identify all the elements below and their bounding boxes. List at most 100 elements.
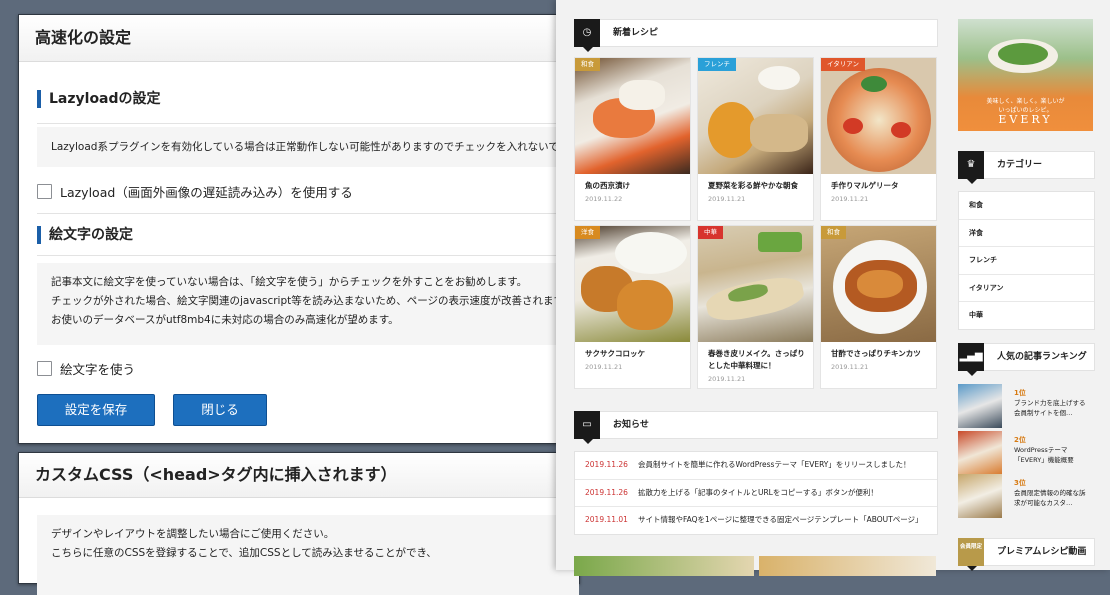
lazyload-heading: Lazyloadの設定 (37, 90, 161, 108)
lazyload-option[interactable]: Lazyload（画面外画像の遅延読み込み）を使用する (37, 182, 353, 201)
save-settings-button[interactable]: 設定を保存 (37, 394, 155, 426)
emoji-option[interactable]: 絵文字を使う (37, 359, 135, 378)
premium-heading: 会員限定 プレミアムレシピ動画 (958, 538, 1095, 571)
ranking-title: WordPressテーマ「EVERY」機能概要 (1014, 446, 1074, 464)
lazyload-checkbox-label: Lazyload（画面外画像の遅延読み込み）を使用する (60, 185, 353, 200)
recipe-photo: イタリアン (821, 58, 936, 174)
ranking-number: 3位 (1014, 479, 1026, 487)
category-item[interactable]: イタリアン (959, 275, 1094, 303)
recipe-photo: 中華 (698, 226, 813, 342)
category-badge: 中華 (698, 226, 723, 239)
news-list: 2019.11.26 会員制サイトを簡単に作れるWordPressテーマ「EVER… (574, 451, 938, 535)
category-badge: フレンチ (698, 58, 736, 71)
recipe-date: 2019.11.21 (831, 363, 869, 371)
recipe-date: 2019.11.21 (831, 195, 869, 203)
news-text: サイト情報やFAQを1ページに整理できる固定ページテンプレート「ABOUTページ… (637, 515, 923, 525)
recipe-card[interactable]: 和食 魚の西京漬け 2019.11.22 (574, 57, 691, 221)
recipe-title: 夏野菜を彩る鮮やかな朝食 (708, 181, 798, 190)
recipe-card[interactable]: 和食 甘酢でさっぱりチキンカツ 2019.11.21 (820, 225, 937, 389)
category-item[interactable]: フレンチ (959, 247, 1094, 275)
ranking-number: 2位 (1014, 436, 1026, 444)
chat-icon: ▭ (574, 411, 600, 444)
emoji-note-line: お使いのデータベースがutf8mb4に未対応の場合のみ高速化が望めます。 (51, 314, 399, 326)
news-item[interactable]: 2019.11.26 会員制サイトを簡単に作れるWordPressテーマ「EVER… (575, 452, 937, 480)
custom-css-note: デザインやレイアウトを調整したい場合にご使用ください。 こちらに任意のCSSを登… (37, 515, 579, 595)
ranking-number: 1位 (1014, 389, 1026, 397)
speed-settings-panel: 高速化の設定 Lazyloadの設定 Lazyload系プラグインを有効化してい… (18, 14, 580, 444)
speed-settings-title: 高速化の設定 (19, 15, 579, 62)
custom-css-panel: カスタムCSS（<head>タグ内に挿入されます） デザインやレイアウトを調整し… (18, 452, 580, 595)
recipe-title: 甘酢でさっぱりチキンカツ (831, 349, 921, 358)
category-badge: 洋食 (575, 226, 600, 239)
every-banner[interactable]: 美味しく、楽しく。楽しいがいっぱいのレシピ。 EVERY (958, 19, 1093, 131)
recipe-date: 2019.11.22 (585, 195, 623, 203)
ranking-title: ブランド力を底上げする会員制サイトを個… (1014, 399, 1086, 417)
recipe-title: 魚の西京漬け (585, 181, 630, 190)
recipe-date: 2019.11.21 (708, 195, 746, 203)
divider (37, 123, 579, 124)
recipe-card[interactable]: 中華 春巻き皮リメイク。さっぱりとした中華料理に！ 2019.11.21 (697, 225, 814, 389)
close-button[interactable]: 閉じる (173, 394, 267, 426)
featured-banner[interactable] (759, 556, 936, 576)
ranking-heading: ▂▄▆ 人気の記事ランキング (958, 343, 1095, 376)
ranking-item[interactable]: 1位 ブランド力を底上げする会員制サイトを個… (958, 384, 1093, 428)
clock-icon: ◷ (574, 19, 600, 52)
emoji-checkbox-label: 絵文字を使う (60, 362, 136, 377)
category-heading-label: カテゴリー (997, 160, 1043, 170)
recipe-date: 2019.11.21 (585, 363, 623, 371)
recipe-card[interactable]: イタリアン 手作りマルゲリータ 2019.11.21 (820, 57, 937, 221)
bar-chart-icon: ▂▄▆ (958, 343, 984, 376)
recipe-photo: 和食 (821, 226, 936, 342)
ranking-thumbnail (958, 384, 1002, 428)
lazyload-note: Lazyload系プラグインを有効化している場合は正常動作しない可能性があります… (37, 127, 579, 167)
site-preview: ◷ 新着レシピ 和食 魚の西京漬け 2019.11.22 フレンチ 夏野菜を彩る… (556, 0, 1110, 576)
emoji-note-line: チェックが外された場合、絵文字関連のjavascript等を読み込まないため、ペ… (51, 295, 574, 307)
category-heading: ♛ カテゴリー (958, 151, 1095, 184)
divider (37, 213, 579, 214)
ranking-item[interactable]: 3位 会員限定情報の的確な訴求が可能なカスタ… (958, 474, 1093, 518)
ranking-thumbnail (958, 474, 1002, 518)
news-date: 2019.11.01 (585, 515, 628, 525)
recipe-title: 春巻き皮リメイク。さっぱりとした中華料理に！ (708, 349, 805, 370)
chef-hat-icon: ♛ (958, 151, 984, 184)
recipe-card[interactable]: フレンチ 夏野菜を彩る鮮やかな朝食 2019.11.21 (697, 57, 814, 221)
ranking-heading-label: 人気の記事ランキング (997, 352, 1087, 362)
news-date: 2019.11.26 (585, 487, 628, 497)
category-item[interactable]: 中華 (959, 302, 1094, 329)
featured-banner[interactable] (574, 556, 754, 576)
new-recipes-heading: ◷ 新着レシピ (574, 19, 938, 52)
recipe-title: 手作りマルゲリータ (831, 181, 899, 190)
news-text: 拡散力を上げる「記事のタイトルとURLをコピーする」ボタンが便利！ (637, 487, 878, 497)
members-badge: 会員限定 (958, 538, 984, 571)
news-date: 2019.11.26 (585, 460, 628, 469)
emoji-checkbox[interactable] (37, 361, 52, 376)
ranking-title: 会員限定情報の的確な訴求が可能なカスタ… (1014, 489, 1086, 507)
recipe-card[interactable]: 洋食 サクサクコロッケ 2019.11.21 (574, 225, 691, 389)
category-list: 和食 洋食 フレンチ イタリアン 中華 (958, 191, 1095, 330)
recipe-photo: 和食 (575, 58, 690, 174)
recipe-photo: フレンチ (698, 58, 813, 174)
category-item[interactable]: 洋食 (959, 220, 1094, 248)
recipe-photo: 洋食 (575, 226, 690, 342)
category-badge: 和食 (821, 226, 846, 239)
ranking-item[interactable]: 2位 WordPressテーマ「EVERY」機能概要 (958, 431, 1093, 475)
category-item[interactable]: 和食 (959, 192, 1094, 220)
custom-css-note-line: デザインやレイアウトを調整したい場合にご使用ください。 (51, 528, 335, 540)
lazyload-checkbox[interactable] (37, 184, 52, 199)
new-recipes-heading-label: 新着レシピ (613, 28, 659, 38)
banner-brand: EVERY (998, 113, 1053, 126)
category-badge: イタリアン (821, 58, 865, 71)
emoji-heading: 絵文字の設定 (37, 226, 133, 244)
news-item[interactable]: 2019.11.01 サイト情報やFAQを1ページに整理できる固定ページテンプレー… (575, 507, 937, 534)
news-text: 会員制サイトを簡単に作れるWordPressテーマ「EVERY」をリリースしまし… (637, 460, 911, 469)
emoji-note: 記事本文に絵文字を使っていない場合は、「絵文字を使う」からチェックを外すことをお… (37, 263, 579, 345)
premium-heading-label: プレミアムレシピ動画 (997, 547, 1087, 557)
recipe-title: サクサクコロッケ (585, 349, 645, 358)
custom-css-title: カスタムCSS（<head>タグ内に挿入されます） (19, 453, 579, 498)
members-badge-label: 会員限定 (959, 544, 982, 550)
ranking-thumbnail (958, 431, 1002, 475)
category-badge: 和食 (575, 58, 600, 71)
news-heading-label: お知らせ (613, 420, 649, 430)
news-item[interactable]: 2019.11.26 拡散力を上げる「記事のタイトルとURLをコピーする」ボタンが… (575, 480, 937, 508)
custom-css-note-line: こちらに任意のCSSを登録することで、追加CSSとして読み込ませることができ、 (51, 547, 437, 559)
